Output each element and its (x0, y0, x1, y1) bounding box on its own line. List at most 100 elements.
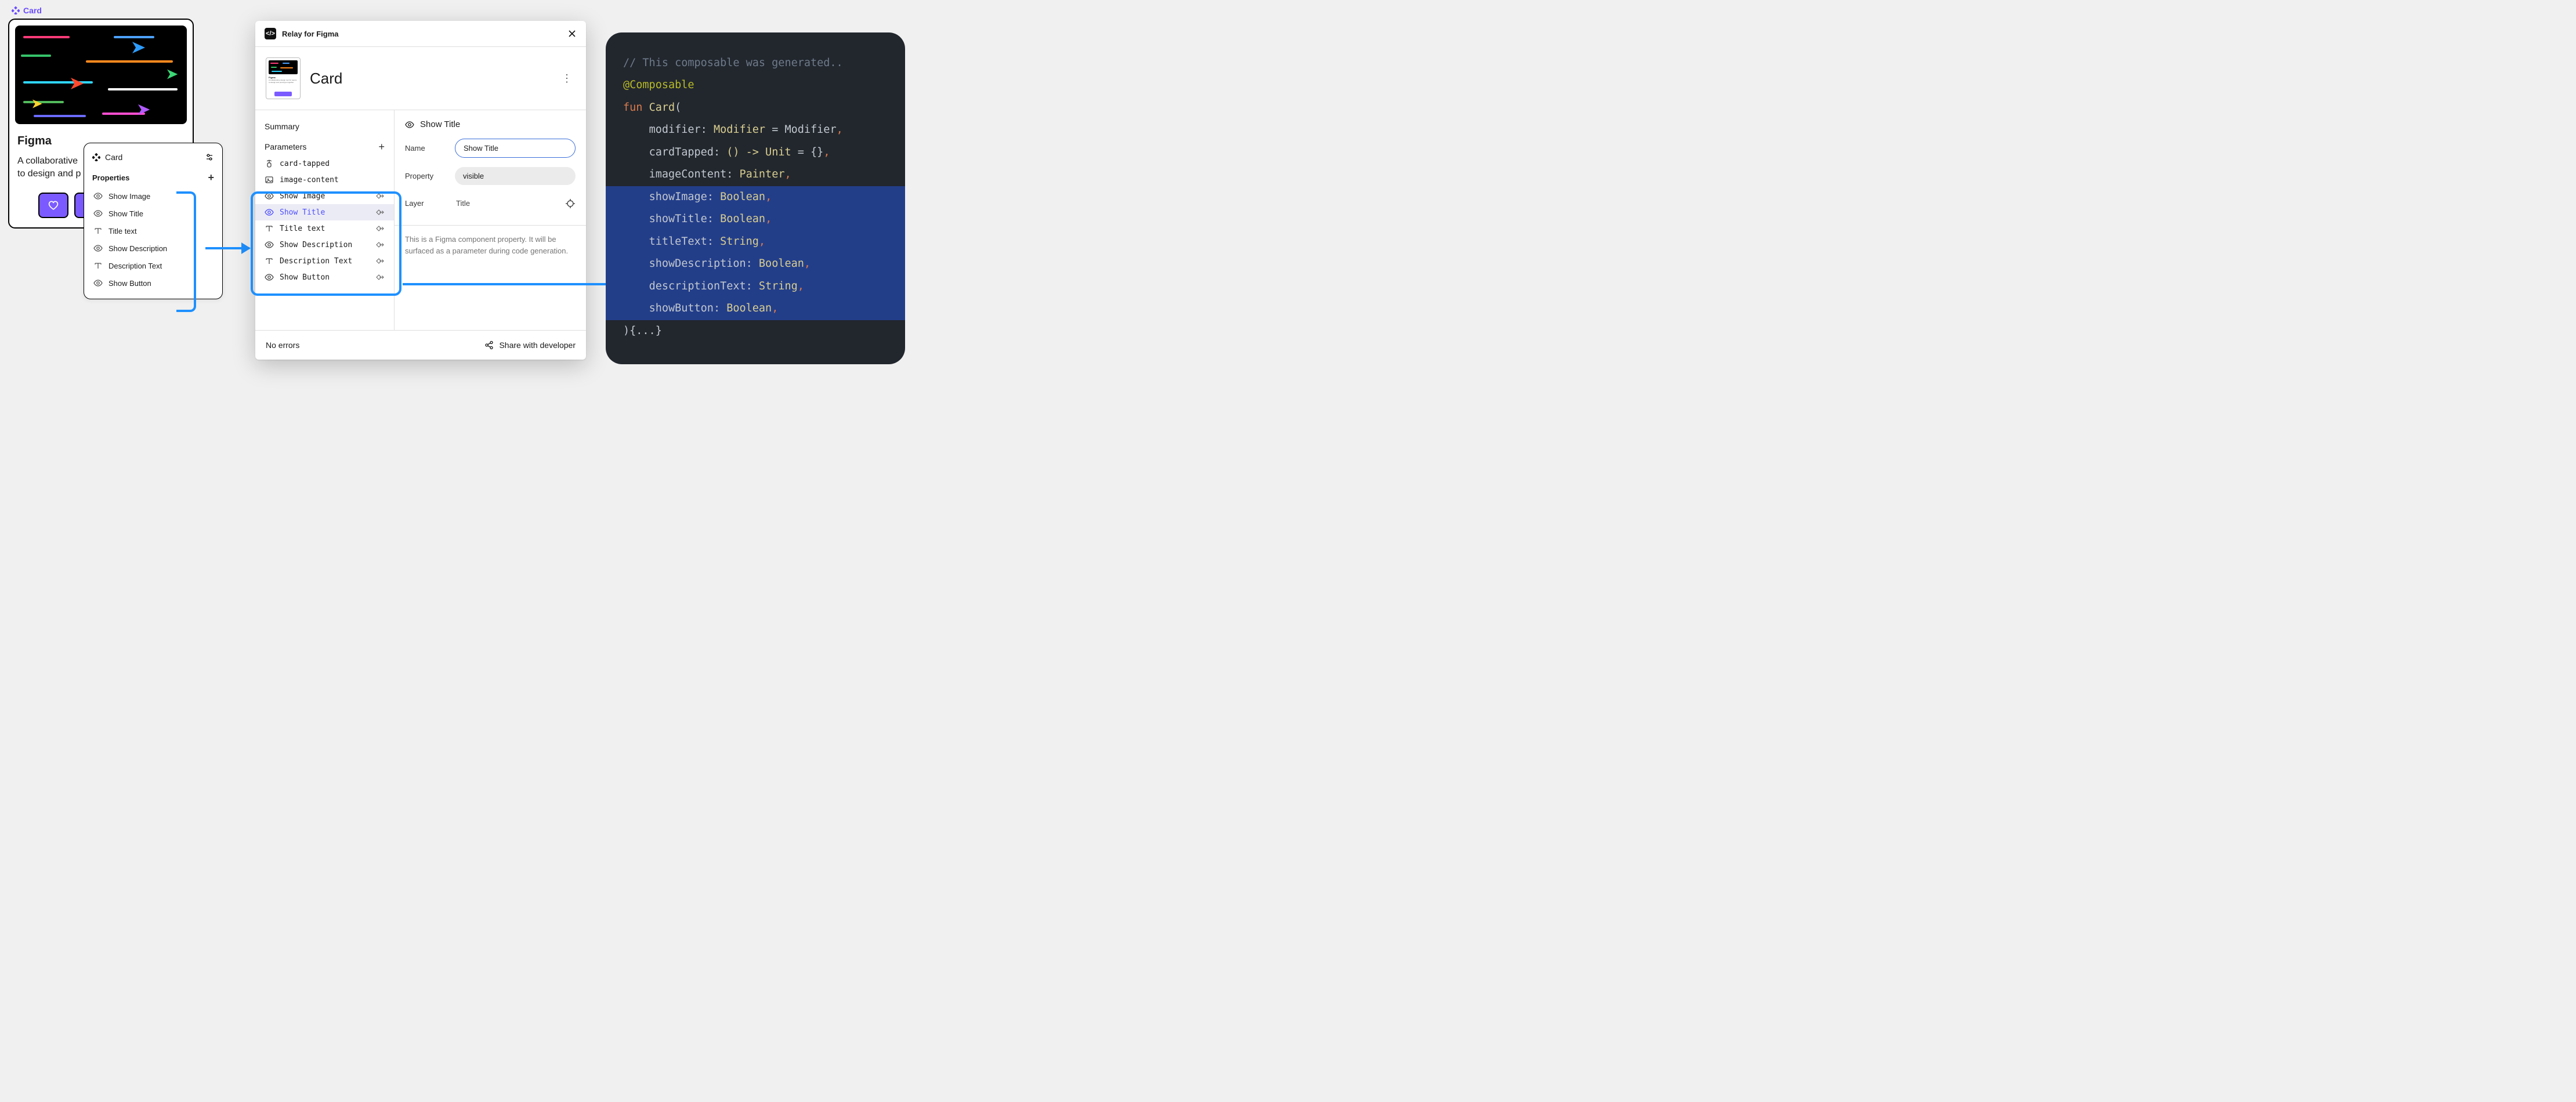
favorite-button[interactable] (38, 193, 68, 218)
parameter-row[interactable]: Description Text (255, 253, 394, 269)
text-icon (265, 256, 274, 266)
eye-icon (265, 208, 274, 217)
property-row[interactable]: Show Image (84, 187, 222, 205)
parameter-row[interactable]: card-tapped (255, 155, 394, 172)
property-label: Show Title (108, 209, 143, 218)
relay-left-pane: Summary Parameters + card-tapped image-co… (255, 110, 395, 330)
link-arrow-icon (375, 208, 385, 217)
parameter-label: Show Button (280, 273, 330, 282)
parameter-row[interactable]: image-content (255, 172, 394, 188)
property-label: Show Button (108, 279, 151, 288)
image-icon (265, 175, 274, 184)
code-line: showTitle: Boolean, (606, 208, 905, 230)
eye-icon (405, 120, 414, 129)
add-property-button[interactable]: + (208, 172, 214, 183)
relay-component-header: Figma A collaborative design tool for te… (255, 47, 586, 110)
detail-title: Show Title (420, 119, 460, 129)
share-button-label: Share with developer (499, 340, 576, 350)
code-line: showDescription: Boolean, (606, 253, 905, 275)
popover-title: Card (105, 153, 122, 162)
status-text: No errors (266, 340, 299, 350)
helper-text: This is a Figma component property. It w… (405, 234, 576, 256)
property-row[interactable]: Description Text (84, 257, 222, 274)
eye-icon (93, 209, 103, 218)
share-with-developer-button[interactable]: Share with developer (484, 340, 576, 350)
parameters-label: Parameters (265, 142, 306, 151)
link-arrow-icon (375, 191, 385, 201)
parameter-label: Show Title (280, 208, 325, 217)
eye-icon (265, 191, 274, 201)
code-line: ){...} (606, 320, 905, 342)
properties-popover-header: Card (84, 148, 222, 168)
code-line: showButton: Boolean, (606, 298, 905, 320)
more-menu-button[interactable]: ⋮ (558, 72, 576, 85)
property-row[interactable]: Title text (84, 222, 222, 240)
parameter-row[interactable]: Show Description (255, 237, 394, 253)
properties-section-header: Properties + (84, 168, 222, 187)
link-arrow-icon (375, 273, 385, 282)
callout-bracket (176, 191, 196, 312)
eye-icon (93, 278, 103, 288)
close-button[interactable] (567, 29, 577, 38)
code-line: fun Card( (606, 97, 905, 119)
property-row[interactable]: Show Title (84, 205, 222, 222)
add-parameter-button[interactable]: + (378, 142, 385, 152)
code-line: // This composable was generated.. (606, 52, 905, 74)
text-icon (93, 261, 103, 270)
code-line: showImage: Boolean, (606, 186, 905, 208)
component-diamond-icon (12, 6, 20, 14)
card-hero-image (15, 26, 187, 124)
property-row[interactable]: Show Button (84, 274, 222, 292)
relay-title: Relay for Figma (282, 30, 339, 38)
callout-arrow-1 (205, 247, 249, 249)
field-layer-label: Layer (405, 199, 448, 208)
property-label: Show Description (108, 244, 167, 253)
eye-icon (265, 240, 274, 249)
name-input[interactable]: Show Title (455, 139, 576, 158)
code-line: imageContent: Painter, (606, 164, 905, 186)
field-property-label: Property (405, 172, 448, 180)
eye-icon (93, 244, 103, 253)
code-line: modifier: Modifier = Modifier, (606, 119, 905, 141)
property-label: Show Image (108, 192, 150, 201)
parameter-label: Description Text (280, 257, 352, 266)
parameter-row[interactable]: Title text (255, 220, 394, 237)
property-label: Title text (108, 227, 137, 235)
parameter-row[interactable]: Show Image (255, 188, 394, 204)
code-line: @Composable (606, 74, 905, 96)
relay-titlebar: </> Relay for Figma (255, 21, 586, 47)
tap-icon (265, 159, 274, 168)
parameter-row[interactable]: Show Button (255, 269, 394, 285)
parameter-label: Show Description (280, 241, 352, 249)
target-layer-button[interactable] (565, 198, 576, 209)
component-diamond-icon (92, 153, 100, 161)
eye-icon (93, 191, 103, 201)
property-select[interactable]: visible (455, 167, 576, 185)
code-line: titleText: String, (606, 231, 905, 253)
property-label: Description Text (108, 262, 162, 270)
component-badge-label: Card (23, 6, 42, 15)
component-thumbnail: Figma A collaborative design tool for te… (266, 57, 301, 99)
link-arrow-icon (375, 224, 385, 233)
relay-logo-icon: </> (265, 28, 276, 39)
code-line: cardTapped: () -> Unit = {}, (606, 142, 905, 164)
layer-value: Title (455, 194, 558, 212)
parameter-label: image-content (280, 176, 339, 184)
property-row[interactable]: Show Description (84, 240, 222, 257)
parameter-label: Title text (280, 224, 325, 233)
adjust-icon[interactable] (205, 153, 214, 162)
relay-right-pane: Show Title Name Show Title Property visi… (395, 110, 586, 330)
figma-component-badge: Card (12, 6, 42, 15)
link-arrow-icon (375, 240, 385, 249)
parameter-row[interactable]: Show Title (255, 204, 394, 220)
summary-tab[interactable]: Summary (255, 119, 394, 139)
text-icon (265, 224, 274, 233)
parameter-label: card-tapped (280, 160, 330, 168)
figma-properties-popover: Card Properties + Show Image Show Title Ti… (84, 143, 223, 299)
parameter-label: Show Image (280, 192, 325, 201)
link-arrow-icon (375, 256, 385, 266)
generated-code-panel: // This composable was generated..@Compo… (606, 32, 905, 364)
properties-section-label: Properties (92, 173, 129, 182)
code-line: descriptionText: String, (606, 276, 905, 298)
detail-header: Show Title (405, 119, 576, 134)
